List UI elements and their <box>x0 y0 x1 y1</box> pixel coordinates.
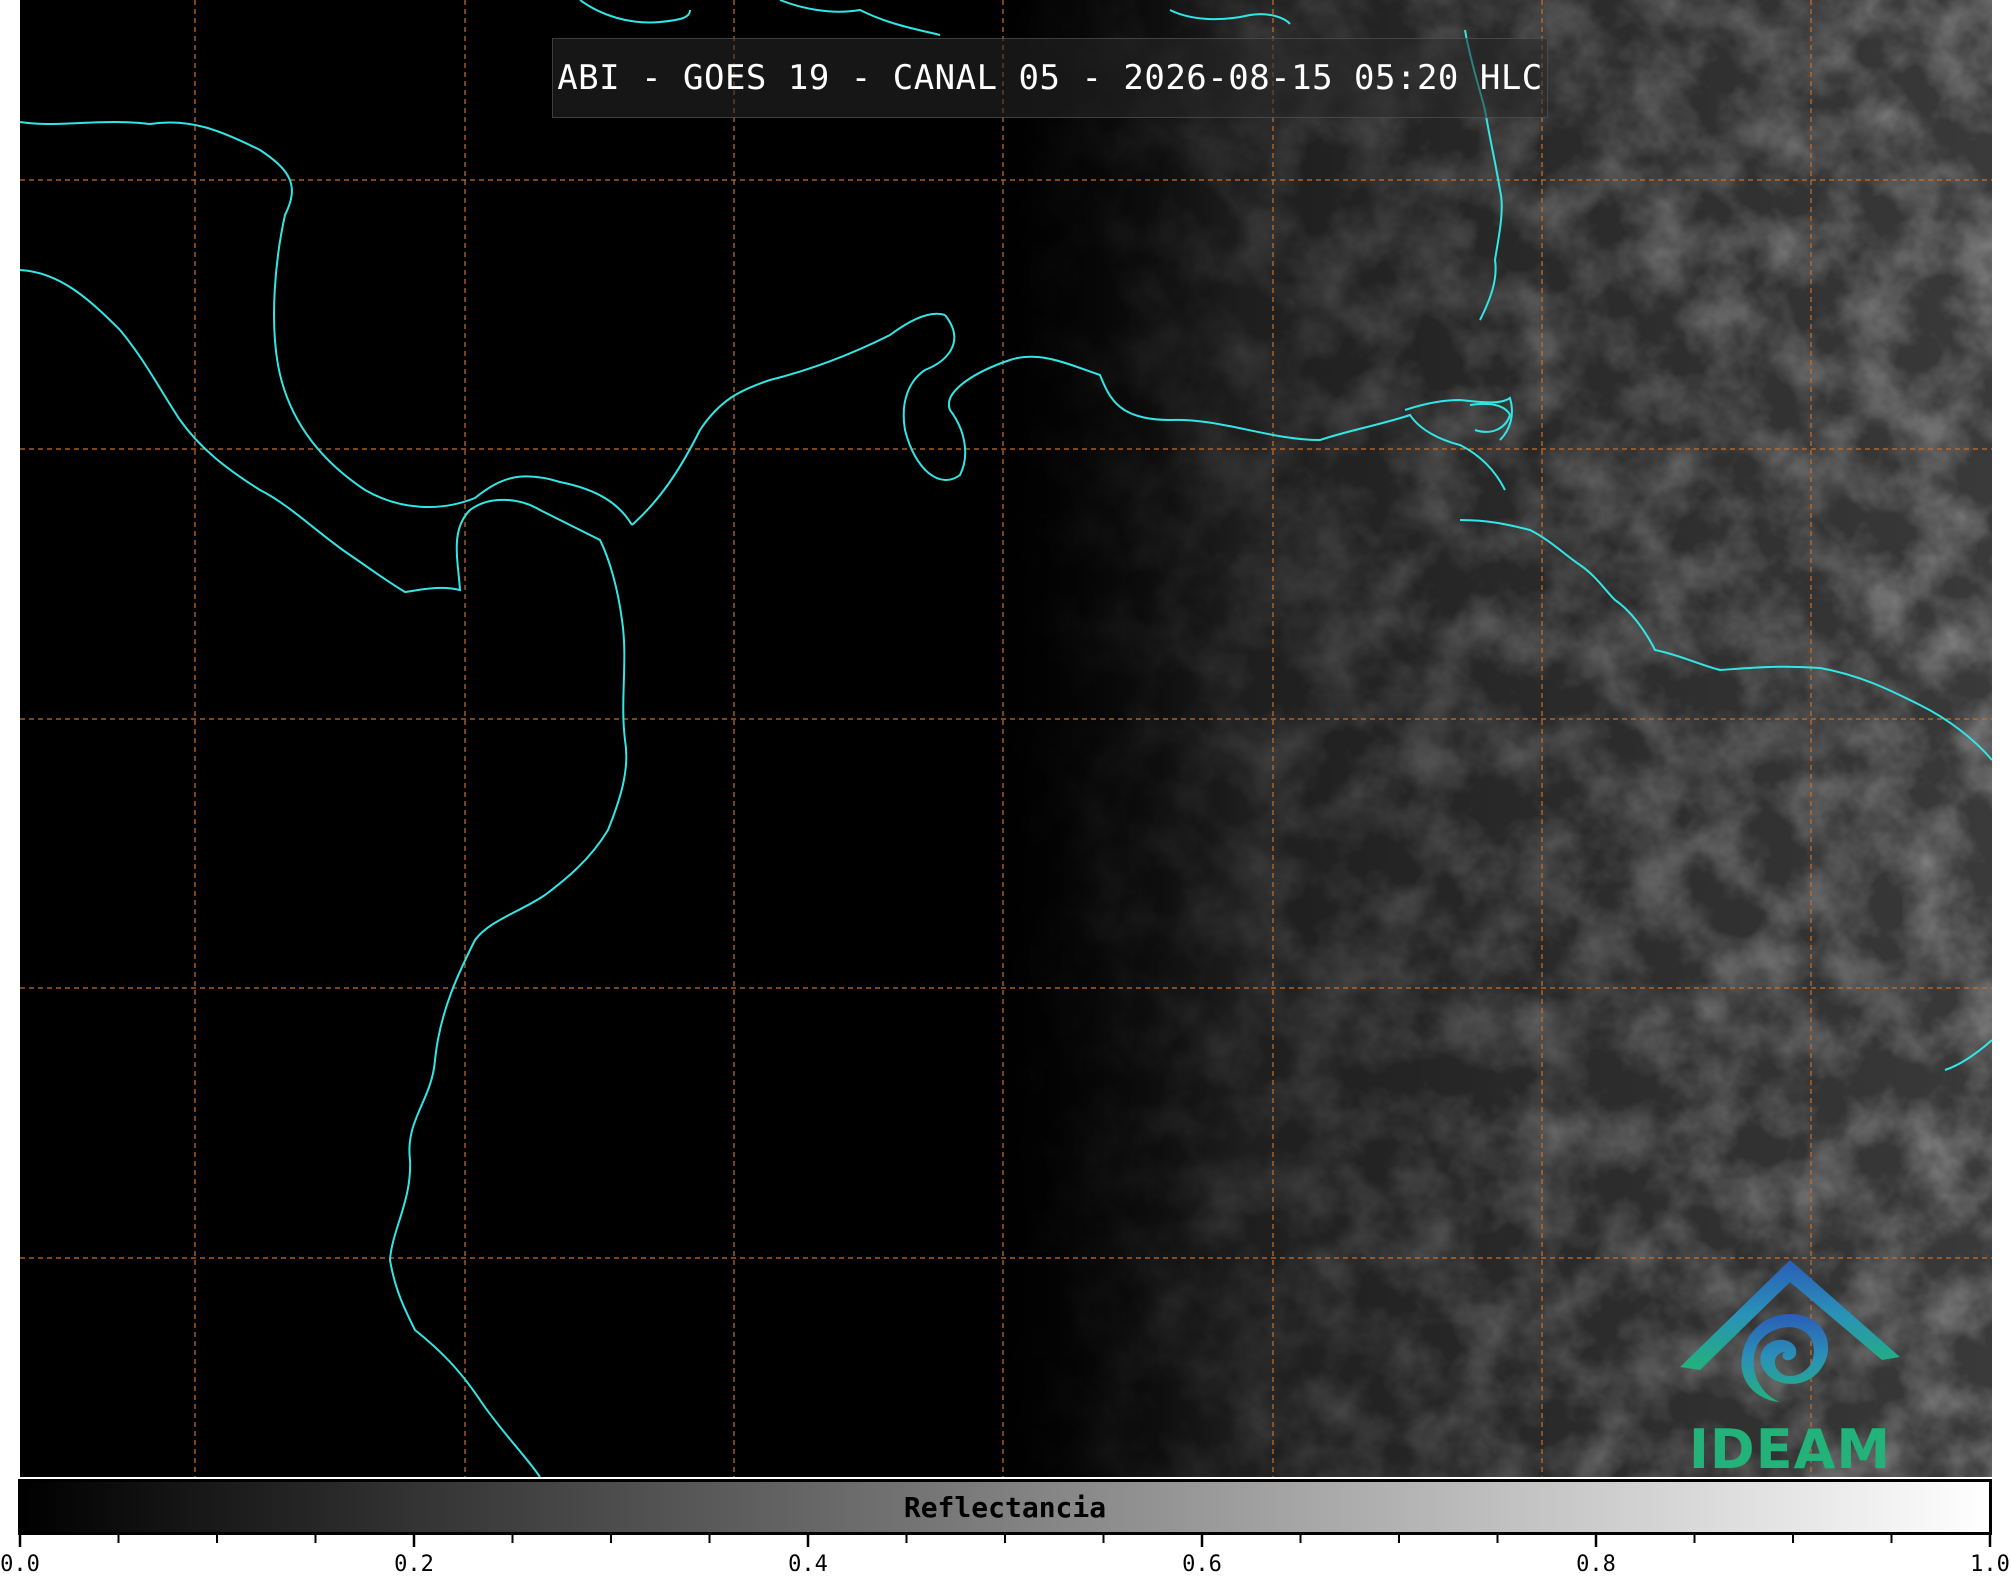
colorbar-tick-label: 0.4 <box>788 1552 828 1577</box>
ideam-emblem-icon <box>1680 1260 1900 1402</box>
image-title-box: ABI - GOES 19 - CANAL 05 - 2026-08-15 05… <box>552 38 1548 118</box>
image-title: ABI - GOES 19 - CANAL 05 - 2026-08-15 05… <box>557 58 1543 98</box>
colorbar: Reflectancia <box>18 1479 1992 1535</box>
colorbar-tick-label: 0.2 <box>394 1552 434 1577</box>
ideam-logo-text: IDEAM <box>1688 1418 1892 1477</box>
colorbar-tick-label: 0.6 <box>1182 1552 1222 1577</box>
colorbar-label: Reflectancia <box>903 1490 1107 1524</box>
satellite-image: ABI - GOES 19 - CANAL 05 - 2026-08-15 05… <box>20 0 1992 1477</box>
colorbar-tick-label: 0.0 <box>0 1552 40 1577</box>
colorbar-tick-label: 0.8 <box>1576 1552 1616 1577</box>
ideam-logo: IDEAM <box>1660 1252 1920 1477</box>
colorbar-tick-label: 1.0 <box>1970 1552 2010 1577</box>
